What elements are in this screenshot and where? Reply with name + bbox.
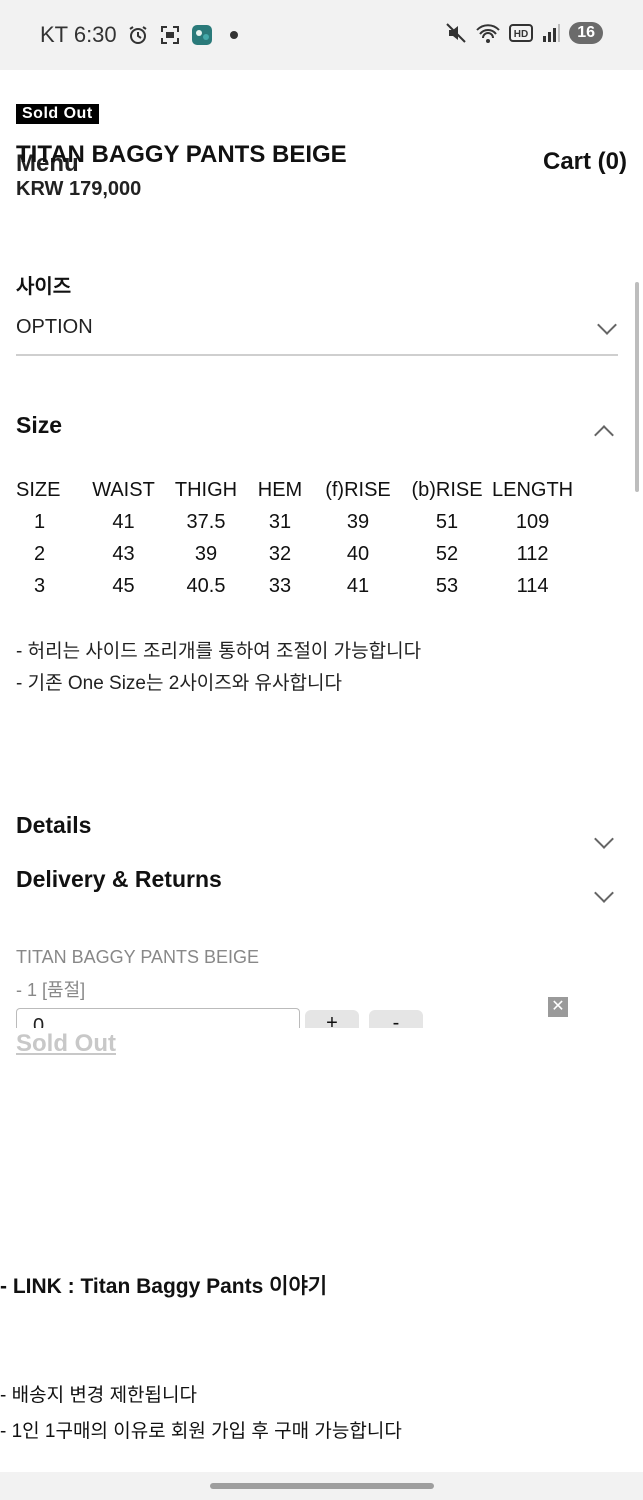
scrollbar-thumb[interactable]	[635, 282, 639, 492]
svg-text:HD: HD	[514, 29, 528, 40]
chevron-down-icon	[597, 315, 617, 335]
size-col-header: (b)RISE	[411, 478, 483, 501]
quantity-minus-button[interactable]: -	[369, 1010, 423, 1028]
size-col-header: WAIST	[92, 478, 155, 501]
hd-icon: HD	[509, 24, 534, 42]
table-cell: 43	[112, 542, 135, 565]
description-line: - 1인 1구매의 이유로 회원 가입 후 구매 가능합니다	[0, 1421, 402, 1442]
table-cell: 37.5	[186, 510, 226, 533]
table-cell: 31	[268, 510, 292, 533]
chevron-down-icon[interactable]	[594, 883, 614, 903]
table-cell: 109	[515, 510, 550, 533]
signal-icon	[543, 24, 561, 42]
table-cell: 33	[268, 574, 292, 597]
table-cell: 3	[34, 574, 46, 597]
table-cell: 51	[435, 510, 459, 533]
home-gesture-pill[interactable]	[210, 1483, 434, 1489]
table-cell: 45	[112, 574, 135, 597]
size-col-header: (f)RISE	[325, 478, 391, 501]
cart-item-option: - 1 [품절]	[16, 980, 86, 1000]
mute-icon	[446, 23, 466, 43]
dot-icon	[229, 31, 238, 39]
story-link[interactable]: - LINK : Titan Baggy Pants 이야기	[0, 1270, 327, 1300]
description-line: - 배송지 변경 제한됩니다	[0, 1385, 197, 1406]
size-section-heading[interactable]: Size	[16, 412, 62, 439]
close-icon[interactable]: ✕	[548, 997, 568, 1017]
size-table-header: SIZE WAIST THIGH HEM (f)RISE (b)RISE LEN…	[16, 474, 573, 506]
table-cell: 53	[435, 574, 459, 597]
status-bar: KT 6:30 HD 16	[0, 0, 643, 70]
table-cell: 112	[516, 542, 549, 565]
size-note: - 허리는 사이드 조리개를 통하여 조절이 가능합니다	[16, 641, 422, 662]
soldout-badge: Sold Out	[16, 104, 99, 124]
chevron-down-icon[interactable]	[594, 829, 614, 849]
battery-badge: 16	[569, 22, 603, 44]
size-col-header: HEM	[257, 478, 303, 501]
alarm-icon	[129, 26, 147, 44]
size-table: SIZE WAIST THIGH HEM (f)RISE (b)RISE LEN…	[16, 474, 573, 602]
table-cell: 2	[34, 542, 46, 565]
quantity-input[interactable]: 0	[16, 1008, 300, 1028]
status-left: KT 6:30	[40, 22, 245, 48]
table-cell: 39	[194, 542, 218, 565]
table-row: 2 43 39 32 40 52 112	[16, 538, 573, 570]
size-col-header: LENGTH	[492, 478, 574, 501]
product-price: KRW 179,000	[16, 178, 142, 200]
option-value: OPTION	[16, 316, 93, 338]
cart-link[interactable]: Cart (0)	[543, 148, 627, 176]
wifi-icon	[476, 24, 500, 43]
table-cell: 41	[346, 574, 370, 597]
table-row: 1 41 37.5 31 39 51 109	[16, 506, 573, 538]
product-title: TITAN BAGGY PANTS BEIGE	[16, 141, 347, 168]
table-cell: 41	[112, 510, 135, 533]
table-cell: 1	[34, 510, 46, 533]
screenshot-icon	[160, 26, 179, 44]
soldout-button[interactable]: Sold Out	[16, 1030, 116, 1058]
size-col-header: THIGH	[174, 478, 238, 501]
product-page: Sold Out Menu TITAN BAGGY PANTS BEIGE Ca…	[0, 70, 643, 1472]
status-right: HD 16	[445, 22, 603, 44]
quantity-plus-button[interactable]: +	[305, 1010, 359, 1028]
cart-item-name: TITAN BAGGY PANTS BEIGE	[16, 947, 260, 967]
size-note: - 기존 One Size는 2사이즈와 유사합니다	[16, 673, 342, 694]
carrier-time: KT 6:30	[40, 22, 117, 47]
table-row: 3 45 40.5 33 41 53 114	[16, 570, 573, 602]
chevron-up-icon[interactable]	[594, 425, 614, 445]
table-cell: 114	[516, 574, 549, 597]
app-notification-icon	[191, 25, 212, 45]
size-col-header: SIZE	[16, 478, 61, 501]
table-cell: 32	[268, 542, 292, 565]
delivery-returns-heading[interactable]: Delivery & Returns	[16, 866, 222, 893]
option-label: 사이즈	[16, 276, 72, 298]
table-cell: 40.5	[186, 574, 226, 597]
details-heading[interactable]: Details	[16, 812, 91, 839]
size-option-select[interactable]: OPTION	[16, 310, 618, 356]
table-cell: 40	[346, 542, 370, 565]
table-cell: 39	[346, 510, 370, 533]
navigation-bar	[0, 1472, 643, 1500]
quantity-value: 0	[33, 1015, 45, 1028]
table-cell: 52	[435, 542, 459, 565]
